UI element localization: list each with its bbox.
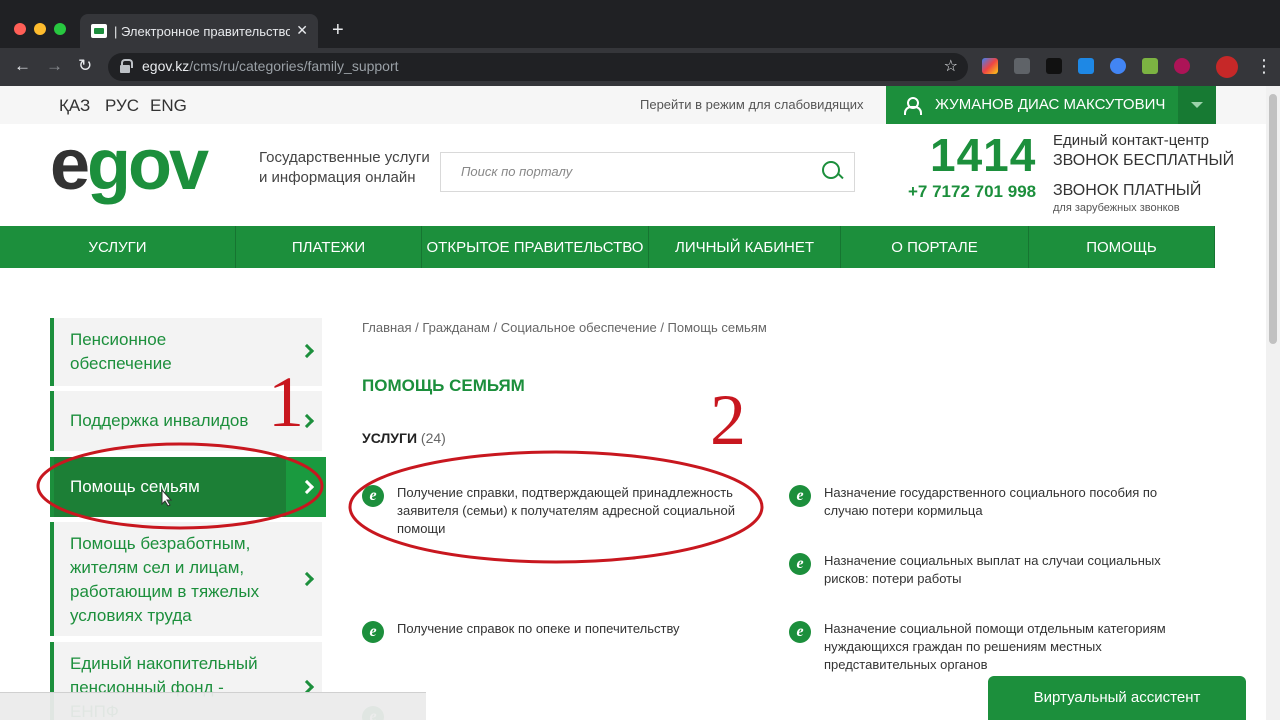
nav-help[interactable]: Помощь: [1029, 226, 1215, 268]
chevron-right-icon: [299, 571, 315, 587]
tab-bar: | Электронное правительство ✕ +: [0, 0, 1280, 48]
nav-services[interactable]: Услуги: [0, 226, 236, 268]
egov-favicon-icon: [91, 24, 107, 38]
chevron-right-icon: [299, 343, 315, 359]
tab-title: | Электронное правительство: [114, 24, 290, 39]
low-vision-link[interactable]: Перейти в режим для слабовидящих: [640, 97, 864, 112]
extension-download-icon[interactable]: [1142, 58, 1158, 74]
nav-personal-cabinet[interactable]: Личный кабинет: [649, 226, 841, 268]
egov-service-icon: e: [789, 621, 811, 643]
page-title: ПОМОЩЬ СЕМЬЯМ: [362, 376, 525, 395]
egov-service-icon: e: [362, 485, 384, 507]
services-heading: УСЛУГИ (24): [362, 430, 446, 446]
browser-toolbar: ← → ↻ egov.kz/cms/ru/categories/family_s…: [0, 48, 1280, 86]
bookmark-star-icon[interactable]: ☆: [944, 56, 958, 76]
extension-cloud-icon[interactable]: [1110, 58, 1126, 74]
search-icon[interactable]: [822, 161, 844, 183]
site-tagline: Государственные услуги и информация онла…: [259, 149, 430, 186]
top-bar: ҚАЗ РУС ENG Перейти в режим для слабовид…: [0, 86, 1266, 124]
service-link[interactable]: Получение справки, подтверждающей принад…: [397, 484, 757, 538]
nav-about-portal[interactable]: О портале: [841, 226, 1029, 268]
user-account-button[interactable]: ЖУМАНОВ ДИАС МАКСУТОВИЧ: [886, 86, 1216, 124]
extension-icon[interactable]: [982, 58, 998, 74]
services-count: (24): [420, 430, 446, 446]
egov-page: ҚАЗ РУС ENG Перейти в режим для слабовид…: [0, 86, 1266, 720]
search-input[interactable]: [461, 164, 801, 179]
reload-button[interactable]: ↻: [78, 56, 92, 76]
main-navigation: Услуги Платежи Открытое правительство Ли…: [0, 226, 1266, 268]
annotation-number-1: 1: [268, 362, 304, 442]
service-link[interactable]: Назначение социальных выплат на случаи с…: [824, 552, 1184, 588]
contact-center-label: Единый контакт-центр: [1053, 132, 1210, 149]
user-name: ЖУМАНОВ ДИАС МАКСУТОВИЧ: [935, 96, 1166, 113]
sidebar-item-unemployed-support[interactable]: Помощь безработным, жителям сел и лицам,…: [50, 522, 322, 636]
free-call-label: ЗВОНОК БЕСПЛАТНЫЙ: [1053, 152, 1235, 169]
lang-kaz-link[interactable]: ҚАЗ: [59, 96, 90, 116]
new-tab-button[interactable]: +: [332, 20, 344, 40]
back-button[interactable]: ←: [14, 56, 31, 76]
egov-service-icon: e: [362, 621, 384, 643]
virtual-assistant-button[interactable]: Виртуальный ассистент: [988, 676, 1246, 720]
extension-s-icon[interactable]: [1078, 58, 1094, 74]
paid-phone-number: +7 7172 701 998: [908, 182, 1037, 201]
site-header: egov Государственные услуги и информация…: [0, 124, 1266, 226]
forward-button[interactable]: →: [46, 56, 63, 76]
lock-icon: [120, 59, 133, 73]
service-link[interactable]: Назначение государственного социального …: [824, 484, 1184, 520]
url-path: /cms/ru/categories/family_support: [189, 58, 399, 74]
address-bar[interactable]: egov.kz/cms/ru/categories/family_support…: [108, 53, 968, 81]
extension-record-icon[interactable]: [1174, 58, 1190, 74]
extension-cube-icon[interactable]: [1046, 58, 1062, 74]
user-dropdown-chevron-icon[interactable]: [1178, 86, 1216, 124]
url-text[interactable]: egov.kz/cms/ru/categories/family_support: [142, 58, 399, 74]
logo-text: egov: [50, 125, 209, 205]
browser-status-bar: [0, 692, 426, 720]
page-scrollbar[interactable]: [1266, 86, 1280, 720]
tab-close-icon[interactable]: ✕: [296, 22, 308, 39]
egov-service-icon: e: [789, 485, 811, 507]
sidebar-item-label: Поддержка инвалидов: [70, 411, 249, 430]
service-link[interactable]: Назначение социальной помощи отдельным к…: [824, 620, 1184, 674]
maximize-window-button[interactable]: [54, 23, 66, 35]
annotation-number-2: 2: [710, 380, 746, 460]
browser-menu-icon[interactable]: ⋮: [1255, 57, 1273, 75]
profile-avatar[interactable]: [1216, 56, 1238, 78]
lang-eng-link[interactable]: ENG: [150, 96, 187, 116]
egov-service-icon: e: [789, 553, 811, 575]
nav-payments[interactable]: Платежи: [236, 226, 422, 268]
breadcrumb[interactable]: Главная / Гражданам / Социальное обеспеч…: [362, 320, 767, 335]
sidebar-item-label: Помощь безработным, жителям сел и лицам,…: [70, 534, 260, 625]
contact-center-number: 1414: [930, 129, 1037, 181]
extension-pen-icon[interactable]: [1014, 58, 1030, 74]
lang-rus-link[interactable]: РУС: [105, 96, 139, 116]
minimize-window-button[interactable]: [34, 23, 46, 35]
nav-spacer: [1215, 226, 1266, 268]
egov-logo[interactable]: egov: [50, 125, 240, 208]
paid-call-label: ЗВОНОК ПЛАТНЫЙ: [1053, 182, 1202, 199]
service-link[interactable]: Получение справок по опеке и попечительс…: [397, 620, 757, 638]
nav-open-government[interactable]: Открытое правительство: [422, 226, 649, 268]
close-window-button[interactable]: [14, 23, 26, 35]
sidebar-item-label: Помощь семьям: [70, 477, 200, 496]
browser-chrome: | Электронное правительство ✕ + ← → ↻ eg…: [0, 0, 1280, 86]
browser-tab[interactable]: | Электронное правительство ✕: [80, 14, 318, 48]
scrollbar-thumb[interactable]: [1269, 94, 1277, 344]
user-icon: [904, 97, 922, 115]
foreign-calls-label: для зарубежных звонков: [1053, 202, 1180, 214]
url-host: egov.kz: [142, 58, 190, 74]
sidebar-item-family-support[interactable]: Помощь семьям: [50, 457, 326, 517]
search-box[interactable]: [440, 152, 855, 192]
sidebar-item-label: Пенсионное обеспечение: [70, 330, 172, 373]
